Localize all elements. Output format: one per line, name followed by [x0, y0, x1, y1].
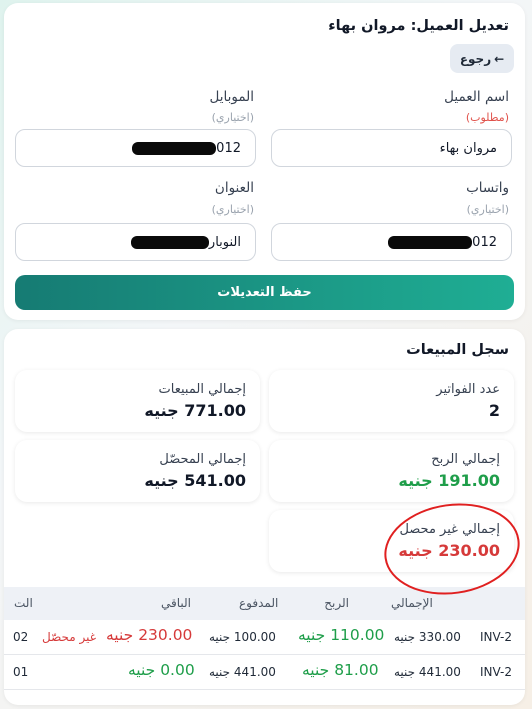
stat-label: إجمالي الربح — [431, 452, 500, 467]
stat-value: 2 — [488, 401, 500, 420]
stat-invoices: عدد الفواتير 2 — [269, 370, 514, 432]
table-row[interactable]: INV-2 330.00 جنيه 110.00 جنيه 100.00 جني… — [4, 620, 525, 655]
stat-label: إجمالي غير محصل — [399, 522, 500, 537]
stat-value: 541.00 جنيه — [144, 471, 246, 490]
mobile-field-value: 012 — [216, 140, 241, 156]
address-optional-hint: (اختياري) — [211, 203, 254, 216]
column-header: المدفوع — [239, 596, 279, 610]
sales-title: سجل المبيعات — [406, 342, 509, 358]
address-label: العنوان — [214, 180, 254, 196]
redaction-mark — [388, 235, 473, 249]
stat-collected: إجمالي المحصّل 541.00 جنيه — [15, 440, 260, 502]
remaining-cell: 230.00 جنيه — [106, 626, 193, 644]
edit-customer-card: تعديل العميل: مروان بهاء ← رجوع اسم العم… — [4, 3, 525, 320]
mobile-label: الموبايل — [209, 89, 255, 105]
address-field[interactable]: النوبار — [15, 223, 256, 261]
stat-value: 230.00 جنيه — [398, 541, 500, 560]
profit-cell: 110.00 جنيه — [298, 626, 385, 644]
date-cell: 02 — [13, 630, 29, 644]
total-cell: 330.00 جنيه — [394, 630, 461, 644]
total-cell: 441.00 جنيه — [394, 665, 461, 679]
column-header: الباقي — [161, 596, 192, 610]
date-cell: 01 — [13, 665, 29, 679]
stat-profit: إجمالي الربح 191.00 جنيه — [269, 440, 514, 502]
back-button[interactable]: ← رجوع — [450, 44, 514, 73]
mobile-optional-hint: (اختياري) — [211, 111, 254, 124]
profit-cell: 81.00 جنيه — [302, 661, 379, 679]
whatsapp-field-value: 012 — [472, 234, 497, 250]
column-header: الت — [14, 596, 33, 610]
save-changes-button[interactable]: حفظ التعديلات — [15, 275, 514, 310]
stat-label: إجمالي المحصّل — [159, 452, 246, 467]
whatsapp-optional-hint: (اختياري) — [466, 203, 509, 216]
name-field-value: مروان بهاء — [439, 140, 497, 156]
status-badge: غير محصّل — [42, 630, 96, 644]
invoice-cell: INV-2 — [480, 630, 512, 644]
remaining-cell: 0.00 جنيه — [128, 661, 195, 679]
invoice-cell: INV-2 — [480, 665, 512, 679]
paid-cell: 100.00 جنيه — [209, 630, 276, 644]
stat-label: إجمالي المبيعات — [158, 382, 246, 397]
redaction-mark — [132, 141, 217, 155]
stat-value: 771.00 جنيه — [144, 401, 246, 420]
back-arrow-icon: ← — [494, 51, 505, 66]
stat-label: عدد الفواتير — [436, 382, 500, 397]
back-button-label: رجوع — [459, 51, 492, 66]
stat-uncollected: إجمالي غير محصل 230.00 جنيه — [269, 510, 514, 572]
name-field[interactable]: مروان بهاء — [271, 129, 512, 167]
whatsapp-field[interactable]: 012 — [271, 223, 512, 261]
sales-history-card: سجل المبيعات عدد الفواتير 2 إجمالي المبي… — [4, 329, 525, 705]
name-required-hint: (مطلوب) — [465, 111, 509, 124]
mobile-field[interactable]: 012 — [15, 129, 256, 167]
address-field-value: النوبار — [208, 234, 241, 250]
table-row[interactable]: INV-2 441.00 جنيه 81.00 جنيه 441.00 جنيه… — [4, 655, 525, 690]
paid-cell: 441.00 جنيه — [209, 665, 276, 679]
column-header: الربح — [324, 596, 349, 610]
column-header: الإجمالي — [391, 596, 433, 610]
stat-value: 191.00 جنيه — [398, 471, 500, 490]
name-label: اسم العميل — [444, 89, 509, 105]
page-title: تعديل العميل: مروان بهاء — [328, 18, 509, 34]
whatsapp-label: واتساب — [466, 180, 509, 196]
redaction-mark — [130, 235, 209, 249]
stat-total-sales: إجمالي المبيعات 771.00 جنيه — [15, 370, 260, 432]
sales-table-header: الإجمالي الربح المدفوع الباقي الت — [4, 587, 525, 620]
